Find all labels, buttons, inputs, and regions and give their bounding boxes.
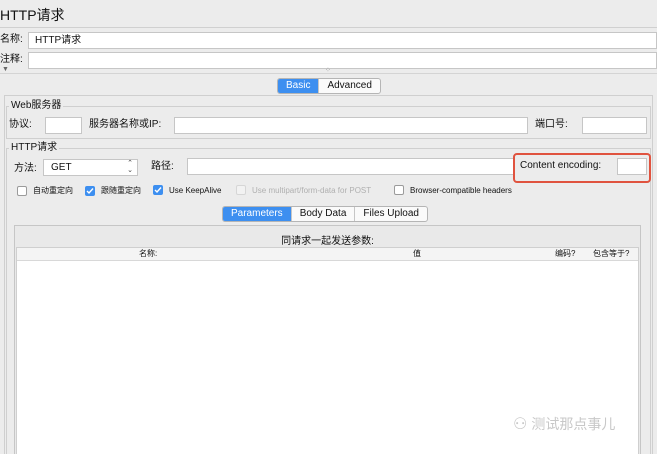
main-tab-bar: Basic Advanced — [277, 78, 381, 94]
follow-redirect-checkbox[interactable]: 跟随重定向 — [85, 185, 141, 196]
web-server-legend: Web服务器 — [9, 100, 64, 112]
auto-redirect-checkbox[interactable]: 自动重定向 — [17, 185, 73, 196]
tab-files-upload[interactable]: Files Upload — [355, 207, 427, 221]
tab-advanced[interactable]: Advanced — [319, 79, 379, 93]
column-header-encode[interactable]: 编码? — [555, 249, 575, 259]
path-input[interactable] — [187, 158, 514, 175]
encoding-label: Content encoding: — [520, 160, 602, 171]
checkbox-disabled-icon — [236, 185, 246, 195]
comment-input[interactable] — [28, 52, 657, 69]
encoding-input[interactable] — [617, 158, 647, 175]
protocol-input[interactable] — [45, 117, 82, 134]
column-header-value[interactable]: 值 — [413, 249, 421, 259]
window-title: HTTP请求 — [0, 7, 65, 23]
protocol-label: 协议: — [9, 119, 32, 130]
checkbox-unchecked-icon — [17, 185, 27, 196]
method-select[interactable]: GET ⌃ ⌄ — [43, 159, 138, 176]
server-label: 服务器名称或IP: — [89, 119, 162, 130]
params-table-title: 同请求一起发送参数: — [281, 236, 374, 247]
table-header: 名称: 值 编码? 包含等于? — [17, 248, 638, 261]
path-label: 路径: — [151, 161, 174, 172]
server-input[interactable] — [174, 117, 528, 134]
tab-parameters[interactable]: Parameters — [223, 207, 292, 221]
name-input[interactable]: HTTP请求 — [28, 32, 657, 49]
splitter-line — [0, 73, 657, 74]
checkbox-checked-icon — [85, 185, 95, 196]
method-value: GET — [51, 162, 72, 173]
params-tab-bar: Parameters Body Data Files Upload — [222, 206, 428, 222]
comment-label: 注释: — [0, 54, 23, 65]
multipart-checkbox: Use multipart/form-data for POST — [236, 185, 371, 195]
name-label: 名称: — [0, 34, 23, 45]
method-label: 方法: — [14, 163, 37, 174]
title-divider — [0, 27, 657, 28]
keepalive-checkbox[interactable]: Use KeepAlive — [153, 185, 221, 195]
column-header-include-equals[interactable]: 包含等于? — [593, 249, 629, 259]
http-request-legend: HTTP请求 — [9, 142, 60, 154]
port-label: 端口号: — [535, 119, 568, 130]
select-arrows-icon: ⌃ ⌄ — [127, 160, 133, 174]
checkbox-checked-icon — [153, 185, 163, 195]
browser-headers-checkbox[interactable]: Browser-compatible headers — [394, 185, 512, 195]
column-header-name[interactable]: 名称: — [139, 249, 157, 259]
wechat-logo-icon: ⚇ — [513, 416, 528, 433]
collapse-arrow-icon[interactable]: ▼ — [2, 66, 9, 73]
tab-basic[interactable]: Basic — [278, 79, 320, 93]
watermark: ⚇ 测试那点事儿 — [513, 416, 616, 433]
checkbox-unchecked-icon — [394, 185, 404, 195]
port-input[interactable] — [582, 117, 647, 134]
tab-body-data[interactable]: Body Data — [292, 207, 356, 221]
